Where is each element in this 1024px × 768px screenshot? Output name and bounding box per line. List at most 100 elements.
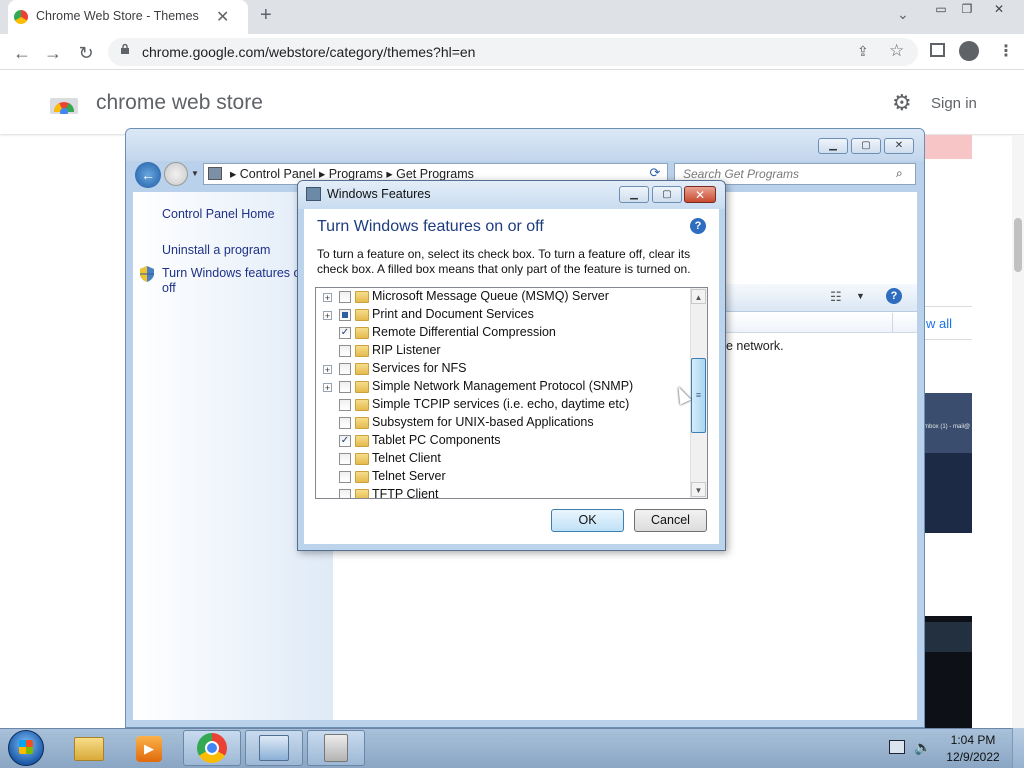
network-icon[interactable]	[889, 740, 905, 754]
feature-label[interactable]: Telnet Client	[372, 451, 441, 465]
feature-label[interactable]: Remote Differential Compression	[372, 325, 556, 339]
feature-row[interactable]: TFTP Client	[316, 486, 692, 498]
feature-row[interactable]: + Print and Document Services	[316, 306, 692, 324]
forward-arrow-icon[interactable]: →	[41, 41, 65, 65]
show-desktop-button[interactable]	[1012, 728, 1024, 768]
ok-button[interactable]: OK	[551, 509, 624, 532]
page-scrollbar-thumb[interactable]	[1014, 218, 1022, 272]
uninstall-program-link[interactable]: Uninstall a program	[162, 243, 270, 257]
feature-checkbox[interactable]	[339, 471, 351, 483]
dialog-close-button[interactable]: ✕	[684, 186, 716, 203]
feature-checkbox[interactable]: ✓	[339, 435, 351, 447]
feature-checkbox[interactable]	[339, 417, 351, 429]
feature-label[interactable]: Microsoft Message Queue (MSMQ) Server	[372, 289, 609, 303]
feature-row[interactable]: + Services for NFS	[316, 360, 692, 378]
cp-main-text: he network.	[719, 339, 784, 353]
feature-checkbox[interactable]	[339, 399, 351, 411]
feature-checkbox[interactable]	[339, 453, 351, 465]
folder-icon	[355, 363, 369, 375]
forward-arrow-icon[interactable]	[164, 162, 188, 186]
feature-label[interactable]: Telnet Server	[372, 469, 446, 483]
web-store-logo-icon[interactable]	[50, 90, 78, 114]
feature-checkbox[interactable]	[339, 489, 351, 498]
features-tree[interactable]: + Microsoft Message Queue (MSMQ) Server + P…	[315, 287, 708, 499]
expand-plus-icon[interactable]: +	[323, 293, 332, 303]
cp-maximize-button[interactable]: ▢	[851, 138, 881, 154]
feature-row[interactable]: Subsystem for UNIX-based Applications	[316, 414, 692, 432]
side-panel-icon[interactable]	[930, 43, 945, 57]
feature-label[interactable]: Simple TCPIP services (i.e. echo, daytim…	[372, 397, 629, 411]
control-panel-titlebar[interactable]	[126, 129, 924, 161]
control-panel-home-link[interactable]: Control Panel Home	[162, 207, 275, 221]
change-view-icon[interactable]: ☷	[830, 289, 842, 305]
help-icon[interactable]: ?	[886, 288, 902, 304]
browser-restore-button[interactable]: ❐	[952, 0, 982, 18]
breadcrumb[interactable]: ▸ Control Panel ▸ Programs ▸ Get Program…	[230, 166, 474, 181]
url-text[interactable]: chrome.google.com/webstore/category/them…	[142, 44, 475, 60]
chevron-down-icon[interactable]: ▼	[856, 291, 865, 301]
dialog-title: Windows Features	[327, 187, 431, 201]
feature-row[interactable]: + Simple Network Management Protocol (SNM…	[316, 378, 692, 396]
expand-plus-icon[interactable]: +	[323, 311, 332, 321]
sign-in-link[interactable]: Sign in	[931, 95, 977, 112]
windows-features-icon	[306, 187, 321, 201]
column-separator[interactable]	[892, 313, 893, 333]
back-arrow-icon[interactable]: ←	[135, 162, 161, 188]
expand-plus-icon[interactable]: +	[323, 383, 332, 393]
scroll-down-arrow-icon[interactable]: ▼	[691, 482, 706, 497]
recent-pages-dropdown-icon[interactable]: ▼	[191, 169, 199, 178]
feature-checkbox[interactable]	[339, 381, 351, 393]
feature-label[interactable]: Tablet PC Components	[372, 433, 501, 447]
volume-icon[interactable]: 🔈	[914, 739, 931, 756]
expand-plus-icon[interactable]: +	[323, 365, 332, 375]
bookmark-star-icon[interactable]: ☆	[889, 41, 904, 61]
features-scrollbar-thumb[interactable]: ≡	[691, 358, 706, 433]
lock-icon[interactable]	[120, 44, 130, 54]
feature-label[interactable]: RIP Listener	[372, 343, 441, 357]
cp-close-button[interactable]: ✕	[884, 138, 914, 154]
feature-row[interactable]: ✓ Remote Differential Compression	[316, 324, 692, 342]
feature-checkbox[interactable]: ✓	[339, 327, 351, 339]
feature-label[interactable]: Subsystem for UNIX-based Applications	[372, 415, 594, 429]
turn-features-link[interactable]: Turn Windows features on	[162, 266, 307, 280]
turn-features-link-continued[interactable]: off	[162, 281, 176, 295]
cp-minimize-button[interactable]: ▁	[818, 138, 848, 154]
feature-label[interactable]: Services for NFS	[372, 361, 466, 375]
folder-icon	[355, 291, 369, 303]
feature-label[interactable]: Simple Network Management Protocol (SNMP…	[372, 379, 633, 393]
view-all-label[interactable]: w all	[926, 316, 952, 331]
scroll-up-arrow-icon[interactable]: ▲	[691, 289, 706, 304]
store-title[interactable]: chrome web store	[96, 91, 263, 115]
close-tab-icon[interactable]: ✕	[216, 7, 229, 27]
tool-icon	[324, 734, 348, 762]
reload-icon[interactable]: ↻	[74, 41, 98, 65]
feature-row[interactable]: Telnet Server	[316, 468, 692, 486]
feature-row[interactable]: Simple TCPIP services (i.e. echo, daytim…	[316, 396, 692, 414]
search-icon[interactable]: ⌕	[896, 166, 903, 181]
feature-checkbox[interactable]	[339, 363, 351, 375]
menu-kebab-icon[interactable]: ⋮	[998, 41, 1014, 61]
feature-checkbox[interactable]	[339, 309, 351, 321]
feature-row[interactable]: RIP Listener	[316, 342, 692, 360]
help-icon[interactable]: ?	[690, 218, 706, 234]
new-tab-plus-icon[interactable]: +	[260, 4, 272, 27]
gear-icon[interactable]: ⚙	[892, 90, 912, 116]
feature-label[interactable]: TFTP Client	[372, 487, 438, 498]
feature-row[interactable]: Telnet Client	[316, 450, 692, 468]
feature-checkbox[interactable]	[339, 345, 351, 357]
clock-time[interactable]: 1:04 PM	[940, 733, 1006, 747]
feature-row[interactable]: + Microsoft Message Queue (MSMQ) Server	[316, 288, 692, 306]
browser-close-button[interactable]: ✕	[984, 0, 1014, 18]
back-arrow-icon[interactable]: ←	[10, 41, 34, 65]
feature-checkbox[interactable]	[339, 291, 351, 303]
feature-row[interactable]: ✓ Tablet PC Components	[316, 432, 692, 450]
cancel-button[interactable]: Cancel	[634, 509, 707, 532]
profile-icon[interactable]	[959, 41, 979, 61]
share-icon[interactable]: ⇪	[857, 43, 869, 60]
clock-date[interactable]: 12/9/2022	[940, 750, 1006, 764]
control-panel-icon	[259, 735, 289, 761]
dialog-minimize-button[interactable]: ▁	[619, 186, 649, 203]
chevron-down-icon[interactable]: ⌄	[897, 6, 909, 23]
feature-label[interactable]: Print and Document Services	[372, 307, 534, 321]
dialog-maximize-button[interactable]: ▢	[652, 186, 682, 203]
